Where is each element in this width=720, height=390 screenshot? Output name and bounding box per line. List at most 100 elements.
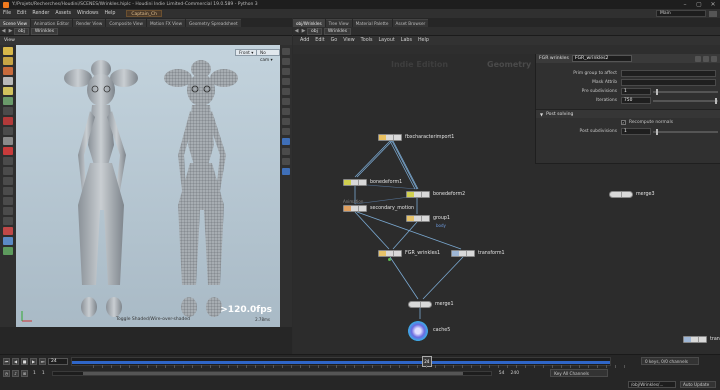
node-body[interactable] [406,191,430,198]
tab-network-wrinkles[interactable]: obj/Wrinkles [293,19,325,27]
grid-icon[interactable] [282,118,290,125]
node-transform-partial[interactable]: transform [683,336,720,343]
help-icon[interactable] [703,55,709,62]
menu-help[interactable]: Help [101,11,118,16]
pin-tool-icon[interactable] [3,207,13,215]
range-end-label[interactable]: 54 [499,371,505,376]
tab-animation-editor[interactable]: Animation Editor [31,19,73,27]
tab-material-palette[interactable]: Material Palette [352,19,392,27]
node-body[interactable] [683,336,707,343]
post-subdivisions-slider[interactable] [653,128,718,135]
net-menu-tools[interactable]: Tools [358,38,376,43]
light-tool-icon[interactable] [3,217,13,225]
path-crumb-wrinkles[interactable]: Wrinkles [30,27,59,35]
tab-scene-view[interactable]: Scene View [0,19,31,27]
net-forward-arrow-icon[interactable]: ▶ [300,28,307,34]
visualizer-icon[interactable] [282,148,290,155]
post-solving-section[interactable]: ▼ Post solving [536,109,720,118]
node-body[interactable] [378,250,402,257]
stop-icon[interactable]: ■ [21,357,28,365]
cache-node-icon[interactable] [408,321,428,341]
wireframe-icon[interactable] [282,88,290,95]
net-path-crumb-obj[interactable]: obj [307,27,322,35]
move-tool-icon[interactable] [3,57,13,65]
ghost-icon[interactable] [282,58,290,65]
node-body[interactable] [406,215,430,222]
range-start2-label[interactable]: 1 [42,371,45,376]
net-menu-labs[interactable]: Labs [398,38,415,43]
node-body[interactable] [408,301,432,308]
node-body[interactable] [343,205,367,212]
display-mode-icon[interactable] [282,168,290,175]
rotate-tool-icon[interactable] [3,67,13,75]
post-subdivisions-field[interactable]: 1 [621,128,651,135]
menu-assets[interactable]: Assets [52,11,74,16]
net-menu-go[interactable]: Go [328,38,341,43]
select-tool-icon[interactable] [3,47,13,55]
magnet-tool-icon[interactable] [3,147,13,155]
close-button[interactable]: ✕ [706,1,720,8]
scale-tool-icon[interactable] [3,77,13,85]
record-tool-icon[interactable] [3,117,13,125]
sphere-tool-icon[interactable] [3,237,13,245]
snap-icon[interactable]: ⊞ [21,369,28,377]
expand-triangle-icon[interactable]: ▼ [540,112,543,117]
points-icon[interactable] [282,98,290,105]
range-end2-label[interactable]: 240 [510,371,519,376]
workspace-selector[interactable]: Main [656,10,706,17]
key-all-channels[interactable]: Key All Channels [550,369,609,377]
tab-tree-view[interactable]: Tree View [325,19,352,27]
display-option-icon[interactable] [282,48,290,55]
range-start-label[interactable]: 1 [33,371,36,376]
tab-asset-browser[interactable]: Asset Browser [392,19,429,27]
cup-tool-icon[interactable] [3,247,13,255]
net-path-crumb-wrinkles[interactable]: Wrinkles [323,27,352,35]
menu-edit[interactable]: Edit [14,11,29,16]
camera-tool-icon[interactable] [3,127,13,135]
skip-end-icon[interactable]: ⏭ [39,357,46,365]
path-crumb-obj[interactable]: obj [14,27,29,35]
net-menu-layout[interactable]: Layout [375,38,397,43]
handle-tool-icon[interactable] [3,87,13,95]
menu-render[interactable]: Render [29,11,52,16]
step-back-icon[interactable]: ◀ [12,357,19,365]
tab-composite-view[interactable]: Composite View [106,19,146,27]
menu-windows[interactable]: Windows [74,11,101,16]
net-menu-add[interactable]: Add [297,38,312,43]
desktop-selector[interactable]: Captain_Ch [126,10,163,17]
lighting-icon[interactable] [282,68,290,75]
lasso-tool-icon[interactable] [3,167,13,175]
tab-render-view[interactable]: Render View [73,19,106,27]
display-flag-icon[interactable] [388,258,391,261]
node-name-field[interactable]: FGR_wrinkles2 [571,55,632,62]
current-frame-field[interactable]: 24 [48,357,68,365]
normals-icon[interactable] [282,108,290,115]
node-transform1[interactable]: transform1 [451,250,505,257]
net-back-arrow-icon[interactable]: ◀ [293,28,300,34]
recompute-normals-checkbox[interactable]: ✓ [621,120,626,125]
bg-image-icon[interactable] [282,138,290,145]
node-fbxcharacterimport1[interactable]: fbxcharacterimport1 [378,134,454,141]
node-bonedeform1[interactable]: bonedeform1 [343,179,402,186]
info-icon[interactable] [711,55,717,62]
auto-update-dropdown[interactable]: Auto Update [680,380,716,388]
node-group1[interactable]: group1 body [406,215,450,228]
scene-path-field[interactable]: /obj/Wrinkles/... [628,380,676,388]
node-body[interactable] [609,191,633,198]
iterations-slider[interactable] [653,97,718,104]
node-merge3[interactable]: merge3 [609,191,655,198]
maximize-button[interactable]: ▢ [692,1,706,8]
measure-tool-icon[interactable] [3,157,13,165]
tab-motion-fx-view[interactable]: Motion FX View [146,19,186,27]
pose-tool-icon[interactable] [3,97,13,105]
hide-icon[interactable] [282,158,290,165]
view-tool-icon[interactable] [3,107,13,115]
magnet-alt-icon[interactable] [3,227,13,235]
shading-icon[interactable] [282,78,290,85]
play-icon[interactable]: ▶ [30,357,37,365]
node-bonedeform2[interactable]: bonedeform2 [406,191,465,198]
realtime-toggle-icon[interactable]: ◷ [3,369,10,377]
workspace-icon[interactable] [709,10,717,17]
mask-attrib-field[interactable] [621,79,716,86]
node-body[interactable] [451,250,475,257]
